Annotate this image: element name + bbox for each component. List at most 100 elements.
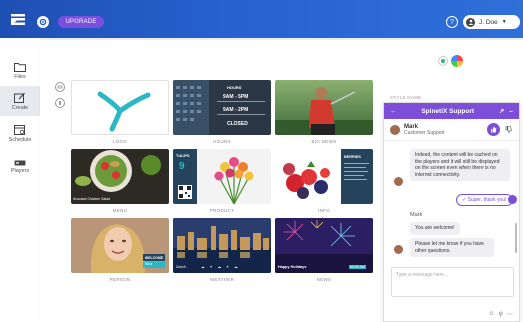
- minimize-icon[interactable]: –: [509, 108, 513, 115]
- hours-row: 9AM - 5PM: [223, 94, 249, 100]
- chat-message-input[interactable]: Type a message here...: [391, 267, 514, 297]
- menu-caption: Avocado Chicken Salad: [73, 197, 111, 201]
- user-avatar: [508, 195, 517, 204]
- agent-avatar: [394, 177, 403, 186]
- template-tile-hours[interactable]: HOURS 9AM - 5PM 9AM - 2PM CLOSED: [173, 80, 271, 135]
- expand-icon[interactable]: ↗: [499, 107, 504, 115]
- user-message: ✓ Super, thank you!: [456, 194, 513, 206]
- agent-role: Customer Support: [404, 129, 445, 136]
- weather-city: Zurich: [176, 265, 186, 269]
- news-time: 00:00 AM: [349, 265, 366, 269]
- user-name: J. Doe: [479, 18, 498, 26]
- chat-title: SpinetiX Support: [421, 107, 475, 115]
- product-name: TULIPS: [176, 154, 190, 158]
- calendar-icon: [14, 124, 25, 135]
- theme-toggle-button[interactable]: [438, 56, 448, 66]
- agent-avatar: [390, 124, 400, 135]
- sidebar-item-label: Files: [14, 74, 26, 80]
- template-tile-logo[interactable]: [71, 80, 169, 135]
- template-tile-info[interactable]: BERRIES: [275, 149, 373, 204]
- person-name: Nina: [143, 262, 165, 268]
- template-label-weather: WEATHER: [209, 277, 235, 282]
- settings-button[interactable]: [37, 16, 49, 28]
- divider: [217, 101, 265, 102]
- news-headline: Happy Holidays: [278, 265, 307, 269]
- folder-icon: [14, 63, 26, 72]
- attach-icon[interactable]: ⚲: [499, 311, 503, 318]
- hours-title: HOURS: [227, 85, 242, 90]
- more-icon[interactable]: ⋯: [507, 311, 513, 318]
- thumbs-up-button[interactable]: [487, 123, 500, 136]
- template-tile-product[interactable]: TULIPS 9: [173, 149, 271, 204]
- chat-scrollbar[interactable]: [515, 223, 517, 253]
- template-label-news: NEWS: [316, 277, 332, 282]
- text-line: [344, 163, 369, 164]
- template-tile-big-news[interactable]: [275, 80, 373, 135]
- chat-footer-tools: ☺ ⚲ ⋯: [488, 311, 513, 318]
- sidebar-item-label: Create: [11, 104, 29, 111]
- sidebar-item-label: Schedule: [8, 136, 32, 143]
- info-title: BERRIES: [344, 155, 361, 159]
- create-icon: [14, 92, 25, 103]
- berries-photo: [275, 149, 341, 204]
- user-icon: [466, 17, 475, 27]
- agent-message: You are welcome!: [410, 222, 460, 235]
- building-graphic: [173, 80, 209, 135]
- emoji-icon[interactable]: ☺: [488, 311, 494, 318]
- template-label-hours: HOURS: [213, 139, 231, 144]
- spinetix-logo-icon[interactable]: [11, 14, 25, 25]
- hours-row: 9AM - 2PM: [223, 107, 249, 113]
- agent-name-label: Mark: [410, 212, 423, 218]
- template-label-menu: MENU: [112, 208, 128, 213]
- chat-header: ← SpinetiX Support ↗ –: [384, 103, 519, 119]
- sidebar-item-create[interactable]: Create: [0, 86, 40, 116]
- template-label-product: PRODUCT: [209, 208, 235, 213]
- template-tile-news[interactable]: Happy Holidays 00:00 AM: [275, 218, 373, 273]
- person-badge: WELCOME: [143, 254, 165, 261]
- qr-code-icon: [178, 185, 192, 199]
- text-line: [344, 175, 364, 176]
- salad-photo: [75, 150, 161, 192]
- player-icon: [14, 160, 26, 166]
- template-label-big-news: BIG NEWS: [311, 139, 337, 144]
- spinetix-logo-graphic: [97, 91, 151, 132]
- palette-icon: [441, 59, 445, 63]
- info-icon: [59, 101, 61, 105]
- text-line: [344, 179, 367, 180]
- template-label-info: INFO: [318, 208, 330, 213]
- agent-avatar: [394, 245, 403, 254]
- user-menu[interactable]: J. Doe ▼: [463, 15, 520, 29]
- template-tile-menu[interactable]: Avocado Chicken Salad: [71, 149, 169, 204]
- help-icon: ?: [450, 18, 454, 26]
- help-button[interactable]: ?: [446, 16, 458, 28]
- sidebar-item-files[interactable]: Files: [0, 56, 40, 86]
- template-label-logo: LOGO: [112, 139, 128, 144]
- sidebar-item-players[interactable]: Players: [0, 152, 40, 182]
- thumbs-down-button[interactable]: [503, 125, 513, 135]
- add-layer-button[interactable]: [55, 82, 65, 92]
- template-label-person: PERSON: [109, 277, 131, 282]
- layer-icon: [57, 85, 63, 89]
- thumbs-down-icon: [505, 126, 512, 133]
- info-button[interactable]: [55, 98, 65, 108]
- upgrade-button[interactable]: UPGRADE: [58, 16, 104, 28]
- golfer-photo: [275, 87, 373, 135]
- color-picker-button[interactable]: [451, 55, 463, 67]
- product-number: 9: [179, 161, 185, 172]
- template-tile-weather[interactable]: Zurich ☁ ☀ ☁ ☀ ☁: [173, 218, 271, 273]
- sidebar-item-schedule[interactable]: Schedule: [0, 118, 40, 148]
- sidebar-item-label: Players: [10, 168, 30, 174]
- gear-icon: [39, 18, 47, 26]
- template-tile-person[interactable]: WELCOME Nina: [71, 218, 169, 273]
- hours-row: CLOSED: [227, 121, 248, 127]
- agent-message: Please let me know if you have other que…: [410, 238, 494, 257]
- chevron-down-icon: ▼: [501, 19, 507, 25]
- text-line: [344, 171, 368, 172]
- agent-info: Mark Customer Support: [384, 119, 519, 141]
- sidebar: Files Create Schedule Players: [0, 38, 40, 322]
- weather-forecast-icons: ☁ ☀ ☁ ☀ ☁: [201, 265, 240, 269]
- support-chat-widget: ← SpinetiX Support ↗ – Mark Customer Sup…: [383, 102, 520, 322]
- top-bar: UPGRADE ? J. Doe ▼: [0, 0, 523, 38]
- thumbs-up-icon: [491, 126, 497, 133]
- agent-message: Indeed, the content will be cached on th…: [410, 149, 510, 181]
